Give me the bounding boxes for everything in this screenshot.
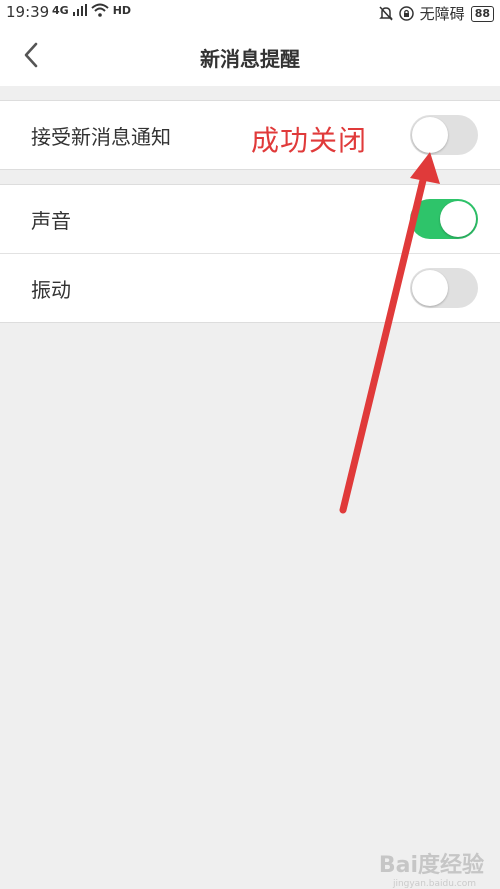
watermark-url: jingyan.baidu.com [392,879,476,889]
baidu-jingyan-watermark: Bai度经验 [378,853,484,878]
annotation-arrow-icon [339,152,440,514]
